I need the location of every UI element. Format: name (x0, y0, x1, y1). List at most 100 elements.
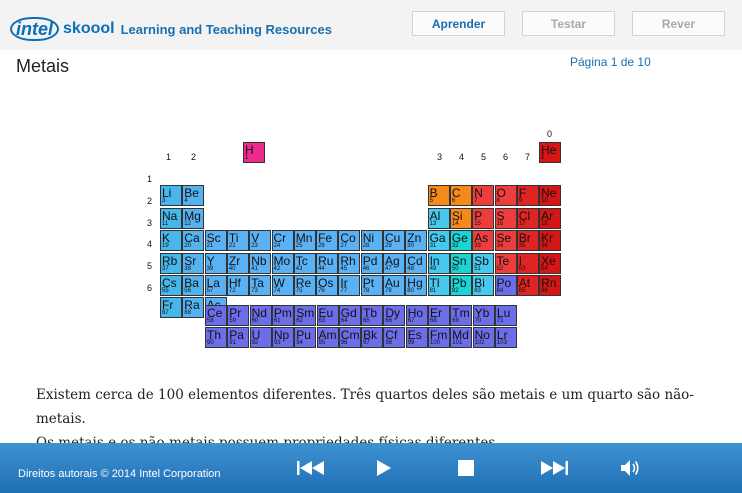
element-os[interactable]: Os 76 (316, 275, 339, 296)
element-pm[interactable]: Pm 61 (271, 305, 294, 326)
element-cl[interactable]: Cl 17 (516, 207, 539, 229)
element-cs[interactable]: Cs 55 (160, 275, 182, 296)
element-h[interactable]: H1 (243, 142, 265, 163)
element-la[interactable]: La 57 (204, 275, 227, 296)
element-rn[interactable]: Rn 86 (539, 275, 562, 296)
element-es[interactable]: Es 99 (405, 327, 428, 348)
element-ne[interactable]: Ne 10 (539, 185, 562, 207)
element-lr[interactable]: Lr 103 (494, 327, 517, 348)
element-w[interactable]: W 74 (271, 275, 294, 296)
element-cm[interactable]: Cm 96 (338, 327, 361, 348)
element-hg[interactable]: Hg 80 (405, 275, 428, 296)
element-ta[interactable]: Ta 73 (249, 275, 272, 296)
element-b[interactable]: B5 (427, 185, 450, 207)
element-bk[interactable]: Bk 97 (361, 327, 384, 348)
element-no[interactable]: No 102 (472, 327, 495, 348)
element-rh[interactable]: Rh 45 (338, 252, 361, 274)
element-pu[interactable]: Pu 94 (294, 327, 317, 348)
element-dy[interactable]: Dy 66 (383, 305, 406, 326)
element-lu[interactable]: Lu 71 (494, 305, 517, 326)
element-ru[interactable]: Ru 44 (316, 252, 339, 274)
element-tl[interactable]: Tl 81 (427, 275, 450, 296)
element-np[interactable]: Np 93 (271, 327, 294, 348)
element-nb[interactable]: Nb 41 (249, 252, 272, 274)
element-be[interactable]: Be 4 (182, 185, 205, 207)
element-ce[interactable]: Ce 58 (205, 305, 227, 326)
element-po[interactable]: Po 84 (494, 275, 517, 296)
element-se[interactable]: Se 34 (494, 230, 517, 252)
element-pb[interactable]: Pb 82 (449, 275, 472, 296)
element-pd[interactable]: Pd 46 (360, 252, 383, 274)
element-ni[interactable]: Ni 28 (360, 230, 383, 252)
element-pr[interactable]: Pr 59 (227, 305, 250, 326)
element-tb[interactable]: Tb 65 (361, 305, 384, 326)
element-ge[interactable]: Ge 32 (449, 230, 472, 252)
element-co[interactable]: Co 27 (338, 230, 361, 252)
element-au[interactable]: Au 79 (383, 275, 405, 296)
element-sb[interactable]: Sb 51 (472, 252, 495, 274)
element-y[interactable]: Y 39 (204, 252, 227, 274)
element-fr[interactable]: Fr 87 (160, 297, 182, 319)
stop-icon[interactable] (456, 457, 476, 479)
element-at[interactable]: At 85 (516, 275, 539, 296)
rewind-icon[interactable] (296, 457, 326, 479)
element-mn[interactable]: Mn 25 (293, 230, 316, 252)
element-tc[interactable]: Tc 43 (293, 252, 316, 274)
element-am[interactable]: Am 95 (316, 327, 339, 348)
element-o[interactable]: O8 (494, 185, 517, 207)
element-ca[interactable]: Ca 20 (182, 230, 205, 252)
element-v[interactable]: V 23 (249, 230, 272, 252)
fast-forward-icon[interactable] (539, 457, 569, 479)
element-fe[interactable]: Fe 26 (316, 230, 339, 252)
element-i[interactable]: I 53 (516, 252, 539, 274)
element-zn[interactable]: Zn 30 (405, 230, 428, 252)
element-in[interactable]: In 49 (427, 252, 450, 274)
element-bi[interactable]: Bi 83 (472, 275, 495, 296)
element-p[interactable]: P 15 (472, 207, 495, 229)
element-pt[interactable]: Pt 78 (360, 275, 383, 296)
element-c[interactable]: C6 (449, 185, 472, 207)
element-ti[interactable]: Ti 22 (226, 230, 249, 252)
element-sn[interactable]: Sn 50 (449, 252, 472, 274)
element-cr[interactable]: Cr 24 (271, 230, 294, 252)
element-sr[interactable]: Sr 38 (182, 252, 205, 274)
element-eu[interactable]: Eu 63 (316, 305, 339, 326)
element-gd[interactable]: Gd 64 (338, 305, 361, 326)
element-he[interactable]: He 2 (539, 142, 561, 163)
element-xe[interactable]: Xe 54 (539, 252, 562, 274)
element-na[interactable]: Na 11 (160, 207, 182, 229)
element-re[interactable]: Re 75 (293, 275, 316, 296)
element-s[interactable]: S 16 (494, 207, 517, 229)
element-md[interactable]: Md 101 (450, 327, 473, 348)
play-icon[interactable] (374, 457, 394, 479)
element-n[interactable]: N7 (472, 185, 495, 207)
element-er[interactable]: Er 68 (428, 305, 450, 326)
element-ga[interactable]: Ga 31 (427, 230, 450, 252)
element-hf[interactable]: Hf 72 (226, 275, 249, 296)
element-f[interactable]: F9 (516, 185, 539, 207)
element-sm[interactable]: Sm 62 (294, 305, 317, 326)
element-cu[interactable]: Cu 29 (383, 230, 405, 252)
element-ba[interactable]: Ba 56 (182, 275, 205, 296)
element-rb[interactable]: Rb 37 (160, 252, 182, 274)
element-kr[interactable]: Kr 36 (539, 230, 562, 252)
element-li[interactable]: Li 3 (160, 185, 182, 207)
element-as[interactable]: As 33 (472, 230, 495, 252)
element-sc[interactable]: Sc 21 (204, 230, 227, 252)
element-nd[interactable]: Nd 60 (249, 305, 272, 326)
element-mo[interactable]: Mo 42 (271, 252, 294, 274)
element-yb[interactable]: Yb 70 (472, 305, 495, 326)
element-pa[interactable]: Pa 91 (227, 327, 250, 348)
element-te[interactable]: Te 52 (494, 252, 517, 274)
element-u[interactable]: U 92 (249, 327, 272, 348)
element-ra[interactable]: Ra 88 (182, 297, 205, 319)
element-cf[interactable]: Cf 98 (383, 327, 406, 348)
element-ho[interactable]: Ho 67 (405, 305, 428, 326)
element-ag[interactable]: Ag 47 (383, 252, 405, 274)
element-k[interactable]: K 19 (160, 230, 182, 252)
element-cd[interactable]: Cd 48 (405, 252, 428, 274)
element-fm[interactable]: Fm 100 (428, 327, 450, 348)
element-al[interactable]: Al 13 (427, 207, 450, 229)
element-si[interactable]: Si 14 (449, 207, 472, 229)
element-br[interactable]: Br 35 (516, 230, 539, 252)
